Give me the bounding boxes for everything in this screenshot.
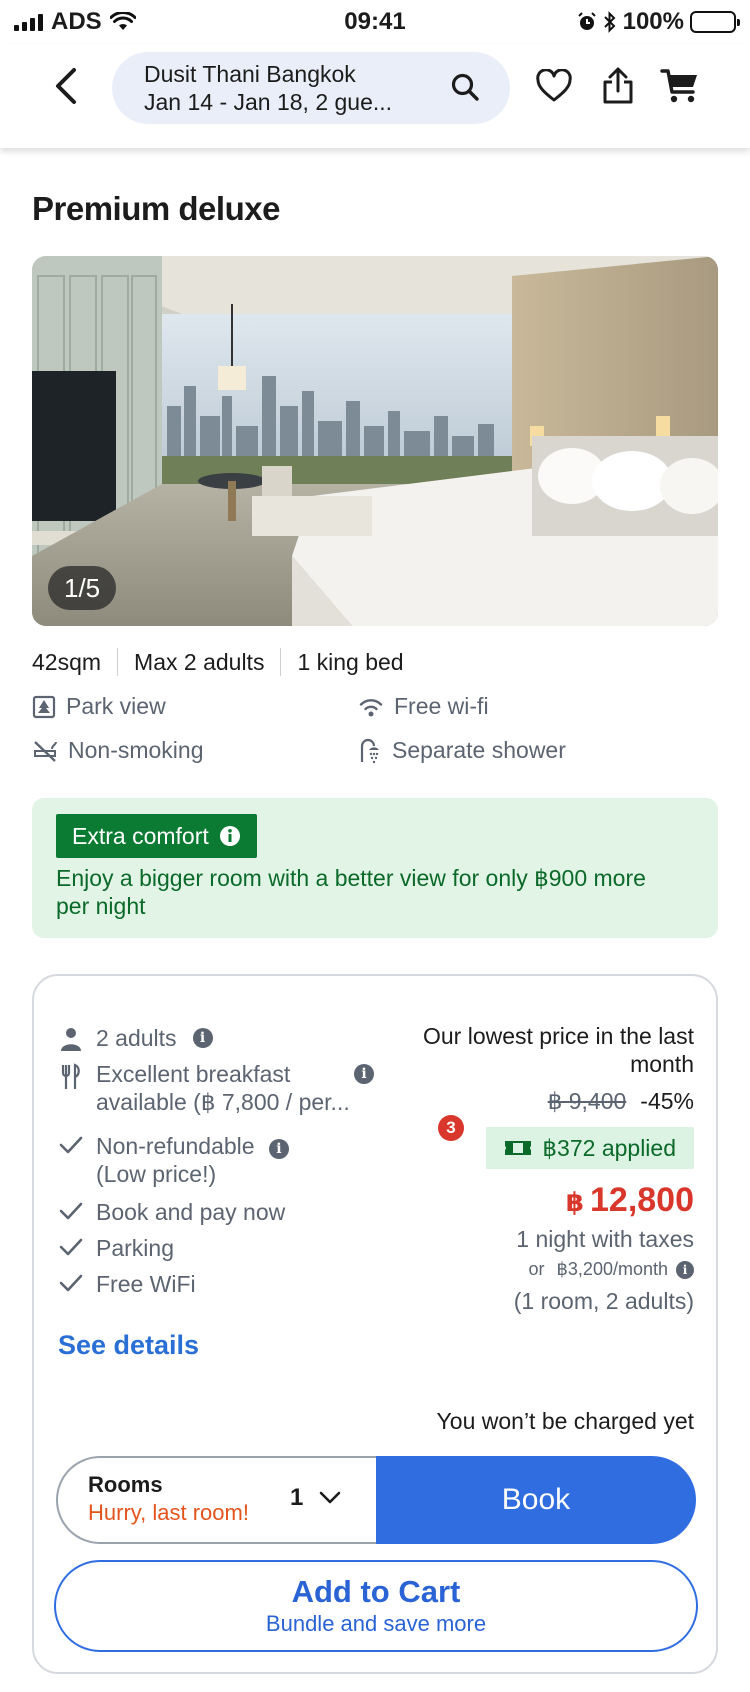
badge-label: Extra comfort bbox=[72, 823, 209, 849]
park-view-icon bbox=[32, 695, 56, 718]
amenity-label: Free wi-fi bbox=[394, 693, 489, 719]
coupon-applied-chip[interactable]: ฿372 applied bbox=[486, 1127, 694, 1169]
wifi-icon bbox=[359, 698, 383, 716]
fork-knife-icon bbox=[61, 1063, 80, 1089]
monthly-price: ฿3,200/month bbox=[556, 1259, 668, 1279]
amenity-label: Non-smoking bbox=[68, 737, 204, 763]
feature-label: 2 adults bbox=[96, 1025, 177, 1051]
feature-label: Free WiFi bbox=[96, 1271, 196, 1297]
feature-non-refundable: Non-refundable i (Low price!) bbox=[58, 1132, 289, 1188]
offer-card: 2 adults i Excellent breakfast available… bbox=[32, 974, 718, 1674]
info-icon[interactable]: i bbox=[354, 1064, 374, 1084]
search-icon[interactable] bbox=[450, 72, 480, 102]
monthly-or: or bbox=[528, 1259, 545, 1279]
share-icon bbox=[603, 67, 633, 104]
add-to-cart-sub: Bundle and save more bbox=[265, 1611, 487, 1636]
person-icon bbox=[61, 1028, 81, 1051]
feature-adults: 2 adults i bbox=[58, 1024, 213, 1052]
search-summary-pill[interactable]: Dusit Thani Bangkok Jan 14 - Jan 18, 2 g… bbox=[112, 52, 510, 124]
rooms-book-group: Rooms Hurry, last room! 1 Book bbox=[56, 1456, 696, 1544]
cart-icon bbox=[660, 69, 697, 103]
amenity-shower: Separate shower bbox=[358, 737, 566, 764]
battery-icon bbox=[690, 11, 740, 33]
check-icon bbox=[59, 1238, 83, 1256]
rooms-qty-value: 1 bbox=[290, 1484, 304, 1511]
chevron-down-icon bbox=[320, 1491, 341, 1504]
currency-symbol: ฿ bbox=[565, 1187, 584, 1217]
upsell-text: Enjoy a bigger room with a better view f… bbox=[56, 865, 646, 919]
price-note: 1 night with taxes bbox=[516, 1226, 694, 1252]
room-photo[interactable] bbox=[32, 256, 718, 626]
bluetooth-icon bbox=[603, 11, 616, 33]
feature-parking: Parking bbox=[58, 1234, 174, 1262]
share-button[interactable] bbox=[598, 66, 638, 106]
see-details-link[interactable]: See details bbox=[58, 1330, 199, 1361]
check-icon bbox=[59, 1136, 83, 1154]
amenity-park-view: Park view bbox=[32, 693, 166, 720]
amenity-label: Park view bbox=[66, 693, 166, 719]
discount-row: ฿ 9,400 -45% bbox=[394, 1088, 694, 1115]
room-specs: 42sqm Max 2 adults 1 king bed bbox=[32, 648, 404, 676]
alarm-icon bbox=[577, 12, 596, 30]
upsell-banner[interactable]: Extra comfort Enjoy a bigger room with a… bbox=[32, 798, 718, 938]
occupancy-note: (1 room, 2 adults) bbox=[513, 1288, 694, 1314]
coupon-row[interactable]: 3 ฿372 applied bbox=[394, 1115, 694, 1169]
no-charge-note: You won’t be charged yet bbox=[436, 1408, 694, 1434]
total-price: ฿ 12,800 bbox=[394, 1181, 694, 1220]
price-value: 12,800 bbox=[590, 1181, 694, 1219]
extra-comfort-badge: Extra comfort bbox=[56, 814, 257, 858]
rooms-quantity[interactable]: 1 bbox=[290, 1484, 341, 1512]
favorite-button[interactable] bbox=[534, 66, 574, 106]
info-icon[interactable]: i bbox=[676, 1260, 694, 1279]
discount-percent: -45% bbox=[640, 1088, 694, 1114]
amenity-wifi: Free wi-fi bbox=[358, 693, 489, 720]
divider bbox=[280, 648, 282, 676]
book-button[interactable]: Book bbox=[376, 1456, 696, 1544]
feature-label: Excellent breakfast available (฿ 7,800 /… bbox=[96, 1061, 350, 1115]
no-smoking-icon bbox=[34, 740, 57, 762]
add-to-cart-label: Add to Cart bbox=[291, 1574, 461, 1609]
divider bbox=[117, 648, 119, 676]
original-price: ฿ 9,400 bbox=[547, 1088, 627, 1114]
heart-icon bbox=[536, 69, 572, 102]
rooms-selector[interactable]: Rooms Hurry, last room! 1 bbox=[56, 1456, 376, 1544]
dates-guests: Jan 14 - Jan 18, 2 gue... bbox=[144, 89, 393, 115]
check-icon bbox=[59, 1202, 83, 1220]
amenity-non-smoking: Non-smoking bbox=[32, 737, 204, 764]
max-occupancy: Max 2 adults bbox=[134, 648, 265, 675]
photo-counter: 1/5 bbox=[48, 566, 117, 610]
room-size: 42sqm bbox=[32, 648, 102, 675]
back-chevron-icon bbox=[56, 68, 76, 104]
lowest-price-note: Our lowest price in the last month bbox=[422, 1023, 694, 1077]
feature-sub: (Low price!) bbox=[96, 1161, 217, 1187]
status-bar: ADS 09:41 100% bbox=[0, 0, 750, 44]
room-title: Premium deluxe bbox=[32, 190, 280, 227]
top-header: Dusit Thani Bangkok Jan 14 - Jan 18, 2 g… bbox=[0, 44, 750, 148]
info-icon[interactable]: i bbox=[268, 1139, 289, 1159]
feature-label: Parking bbox=[96, 1235, 174, 1261]
info-icon[interactable] bbox=[219, 825, 241, 847]
back-button[interactable] bbox=[44, 64, 88, 108]
status-right: 100% bbox=[577, 8, 740, 36]
room-photo-illustration bbox=[32, 256, 718, 626]
ticket-icon bbox=[505, 1141, 532, 1155]
bed-type: 1 king bed bbox=[297, 648, 404, 675]
feature-wifi: Free WiFi bbox=[58, 1270, 196, 1298]
check-icon bbox=[59, 1274, 83, 1292]
battery-percent: 100% bbox=[622, 8, 684, 35]
add-to-cart-button[interactable]: Add to Cart Bundle and save more bbox=[54, 1560, 698, 1652]
info-icon[interactable]: i bbox=[192, 1028, 213, 1048]
price-block: Our lowest price in the last month ฿ 9,4… bbox=[394, 1022, 694, 1315]
coupon-count-badge: 3 bbox=[438, 1115, 464, 1141]
cart-button[interactable] bbox=[660, 66, 700, 106]
monthly-payment[interactable]: or ฿3,200/month i bbox=[394, 1259, 694, 1280]
feature-label: Non-refundable bbox=[96, 1133, 255, 1159]
feature-book-pay: Book and pay now bbox=[58, 1198, 285, 1226]
feature-label: Book and pay now bbox=[96, 1199, 286, 1225]
shower-icon bbox=[360, 738, 379, 763]
amenity-label: Separate shower bbox=[392, 737, 566, 763]
coupon-label: ฿372 applied bbox=[542, 1135, 676, 1161]
